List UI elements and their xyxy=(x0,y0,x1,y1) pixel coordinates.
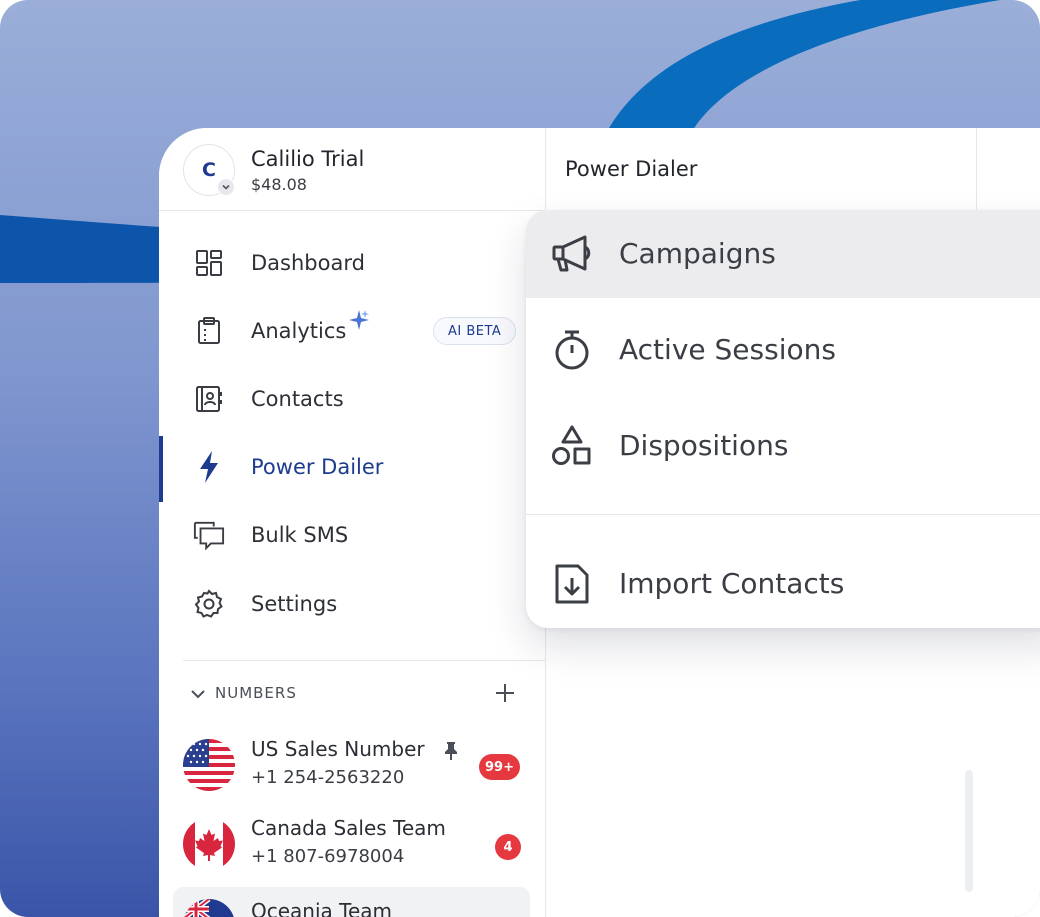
canada-flag-icon xyxy=(183,818,235,870)
number-item-canada-sales[interactable]: Canada Sales Team +1 807-6978004 4 xyxy=(173,808,530,882)
number-name: US Sales Number xyxy=(251,737,425,761)
number-name: Oceania Team xyxy=(251,899,393,917)
background-stage: C Calilio Trial $48.08 Dashboard Analyti… xyxy=(0,0,1040,917)
sparkle-icon xyxy=(349,310,369,330)
menu-item-dispositions[interactable]: Dispositions xyxy=(526,402,1040,490)
menu-item-label: Campaigns xyxy=(619,237,776,270)
unread-badge: 4 xyxy=(495,834,521,860)
shapes-icon xyxy=(550,424,594,468)
chevron-down-icon[interactable] xyxy=(189,685,207,703)
scrollbar[interactable] xyxy=(965,770,973,892)
power-dialer-dropdown: Campaigns Active Sessions Dispositions I… xyxy=(526,210,1040,628)
sidebar-item-power-dailer[interactable]: Power Dailer xyxy=(159,434,546,502)
plus-icon[interactable] xyxy=(492,680,518,706)
chat-bubbles-icon xyxy=(193,519,225,551)
clipboard-icon xyxy=(193,315,225,347)
sidebar-item-contacts[interactable]: Contacts xyxy=(159,366,546,432)
sidebar-item-analytics[interactable]: Analytics AI BETA xyxy=(159,298,546,364)
lightning-icon xyxy=(193,451,225,483)
menu-item-campaigns[interactable]: Campaigns xyxy=(526,210,1040,298)
menu-item-label: Import Contacts xyxy=(619,567,845,600)
numbers-section-header[interactable]: NUMBERS xyxy=(159,676,546,712)
number-phone: +1 254-2563220 xyxy=(251,767,405,788)
pin-icon[interactable] xyxy=(443,741,459,761)
sidebar-divider xyxy=(183,660,546,661)
sidebar-item-label: Bulk SMS xyxy=(251,523,349,547)
import-file-icon xyxy=(550,562,594,606)
number-name: Canada Sales Team xyxy=(251,816,446,840)
number-item-us-sales[interactable]: US Sales Number +1 254-2563220 99+ xyxy=(173,729,530,803)
us-flag-icon xyxy=(183,739,235,791)
sidebar: C Calilio Trial $48.08 Dashboard Analyti… xyxy=(159,128,546,917)
page-title: Power Dialer xyxy=(565,157,698,181)
number-item-oceania[interactable]: Oceania Team xyxy=(173,887,530,917)
stopwatch-icon xyxy=(550,328,594,372)
sidebar-item-settings[interactable]: Settings xyxy=(159,571,546,637)
number-phone: +1 807-6978004 xyxy=(251,846,405,867)
sidebar-item-label: Analytics xyxy=(251,319,347,343)
menu-item-label: Active Sessions xyxy=(619,333,836,366)
unread-badge: 99+ xyxy=(479,754,520,780)
sidebar-item-label: Contacts xyxy=(251,387,344,411)
gear-icon xyxy=(193,588,225,620)
sidebar-item-label: Settings xyxy=(251,592,338,616)
sidebar-item-bulk-sms[interactable]: Bulk SMS xyxy=(159,502,546,568)
chevron-down-icon[interactable] xyxy=(217,178,235,196)
sidebar-item-label: Dashboard xyxy=(251,251,365,275)
numbers-title: NUMBERS xyxy=(215,684,297,702)
account-name: Calilio Trial xyxy=(251,147,365,171)
menu-item-import-contacts[interactable]: Import Contacts xyxy=(526,540,1040,628)
avatar-letter: C xyxy=(202,159,216,181)
account-switcher[interactable]: C Calilio Trial $48.08 xyxy=(159,128,546,211)
sidebar-item-label: Power Dailer xyxy=(251,455,384,479)
account-balance: $48.08 xyxy=(251,175,307,194)
menu-divider xyxy=(526,514,1040,515)
menu-item-active-sessions[interactable]: Active Sessions xyxy=(526,306,1040,394)
megaphone-icon xyxy=(550,232,594,276)
australia-flag-icon xyxy=(183,899,235,917)
sidebar-item-dashboard[interactable]: Dashboard xyxy=(159,230,546,296)
dashboard-icon xyxy=(193,247,225,279)
contacts-book-icon xyxy=(193,383,225,415)
page-header: Power Dialer xyxy=(546,128,977,211)
menu-item-label: Dispositions xyxy=(619,429,789,462)
ai-beta-badge: AI BETA xyxy=(433,317,517,345)
